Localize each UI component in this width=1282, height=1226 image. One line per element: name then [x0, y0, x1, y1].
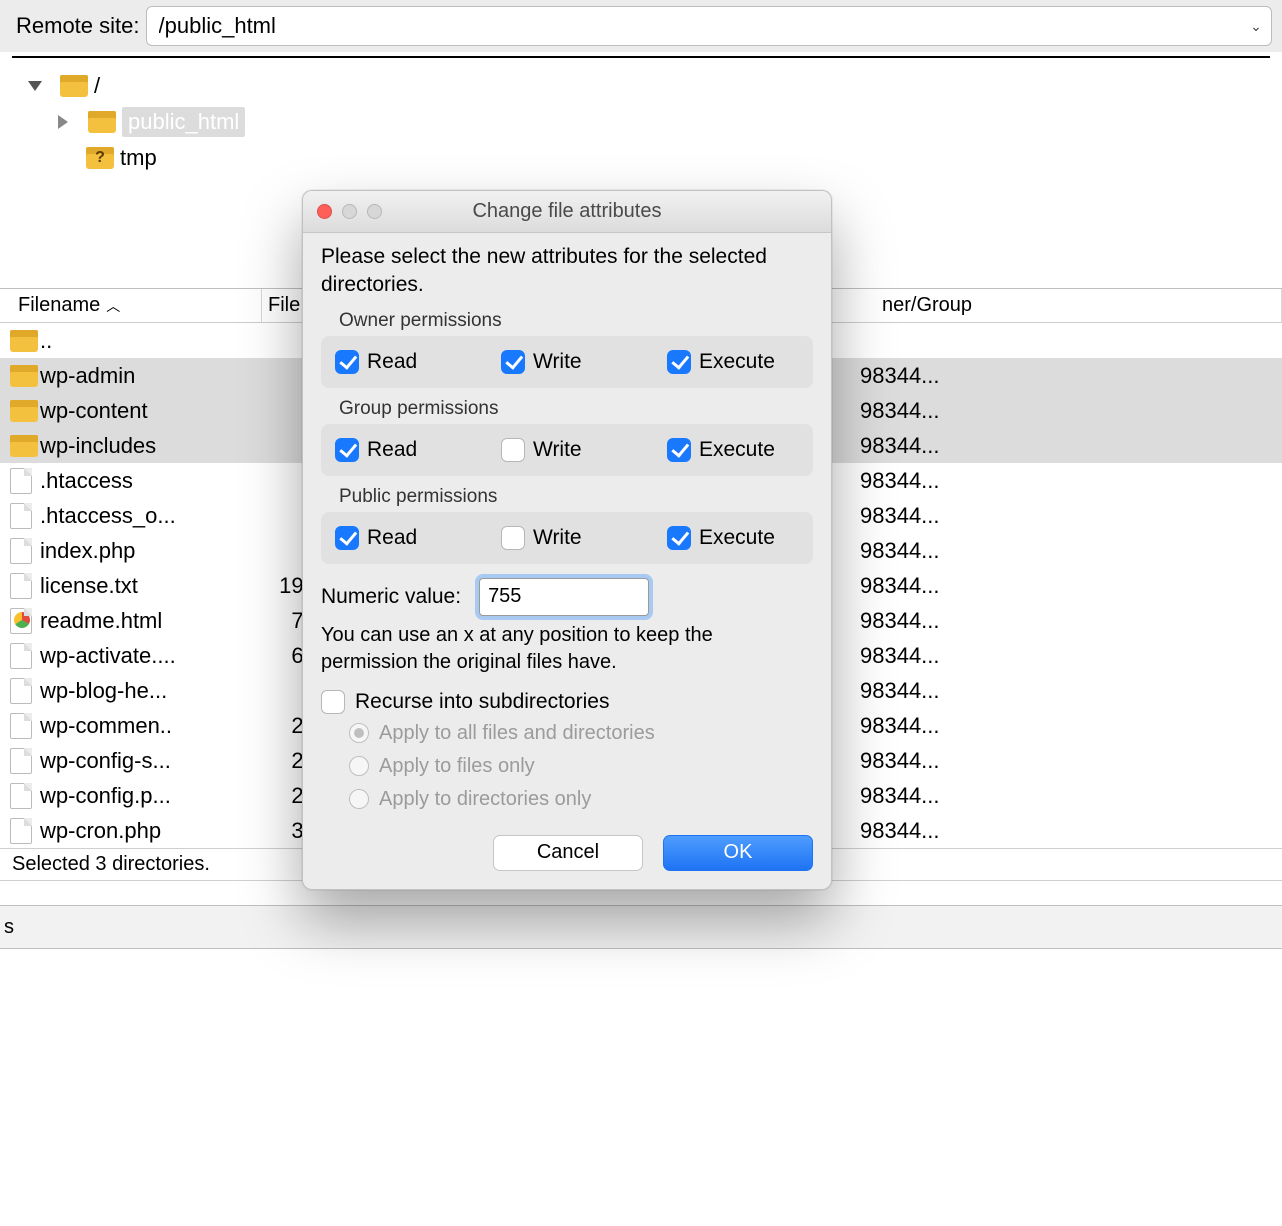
disclosure-triangle-icon[interactable] [58, 115, 68, 129]
file-name: wp-commen.. [40, 713, 250, 739]
folder-icon [10, 365, 38, 387]
file-icon [10, 818, 32, 844]
group-write-checkbox[interactable]: Write [501, 438, 621, 462]
file-icon [10, 643, 32, 669]
recurse-checkbox[interactable]: Recurse into subdirectories [321, 690, 813, 714]
remote-path-input[interactable] [157, 12, 1242, 40]
sort-asc-icon: ︿ [106, 296, 120, 316]
file-name: wp-config-s... [40, 748, 250, 774]
remote-path-combobox[interactable]: ⌄ [146, 6, 1273, 46]
file-icon [10, 678, 32, 704]
group-read-checkbox[interactable]: Read [335, 438, 455, 462]
folder-unknown-icon [86, 147, 114, 169]
file-name: .htaccess_o... [40, 503, 250, 529]
recurse-options: Apply to all files and directories Apply… [349, 722, 813, 811]
numeric-value-input[interactable] [479, 578, 649, 616]
dialog-title: Change file attributes [303, 200, 831, 223]
file-name: wp-activate.... [40, 643, 250, 669]
file-name: wp-content [40, 398, 250, 424]
group-execute-checkbox[interactable]: Execute [667, 438, 787, 462]
tree-item-public-html[interactable]: public_html [122, 107, 245, 137]
owner-permissions-group: Read Write Execute [321, 336, 813, 388]
file-name: wp-includes [40, 433, 250, 459]
group-permissions-label: Group permissions [339, 398, 813, 420]
file-name: wp-blog-he... [40, 678, 250, 704]
file-name: index.php [40, 538, 250, 564]
recurse-apply-files: Apply to files only [349, 755, 813, 778]
file-icon [10, 538, 32, 564]
owner-read-checkbox[interactable]: Read [335, 350, 455, 374]
public-read-checkbox[interactable]: Read [335, 526, 455, 550]
folder-icon [10, 435, 38, 457]
tree-root-label[interactable]: / [94, 73, 100, 99]
recurse-apply-dirs: Apply to directories only [349, 788, 813, 811]
numeric-hint: You can use an x at any position to keep… [321, 622, 813, 676]
recurse-apply-all: Apply to all files and directories [349, 722, 813, 745]
public-write-checkbox[interactable]: Write [501, 526, 621, 550]
column-filename[interactable]: Filename ︿ [12, 289, 262, 322]
file-name: .. [40, 328, 250, 354]
file-name: license.txt [40, 573, 250, 599]
html-file-icon [10, 608, 32, 634]
owner-permissions-label: Owner permissions [339, 310, 813, 332]
cancel-button[interactable]: Cancel [493, 835, 643, 871]
file-name: wp-config.p... [40, 783, 250, 809]
folder-icon [10, 400, 38, 422]
folder-icon [10, 330, 38, 352]
public-permissions-group: Read Write Execute [321, 512, 813, 564]
file-icon [10, 468, 32, 494]
remote-site-label: Remote site: [16, 13, 140, 39]
public-execute-checkbox[interactable]: Execute [667, 526, 787, 550]
change-file-attributes-dialog: Change file attributes Please select the… [302, 190, 832, 890]
file-icon [10, 713, 32, 739]
owner-execute-checkbox[interactable]: Execute [667, 350, 787, 374]
public-permissions-label: Public permissions [339, 486, 813, 508]
numeric-value-label: Numeric value: [321, 585, 461, 609]
chevron-down-icon[interactable]: ⌄ [1241, 7, 1271, 45]
ok-button[interactable]: OK [663, 835, 813, 871]
file-icon [10, 573, 32, 599]
file-name: .htaccess [40, 468, 250, 494]
file-icon [10, 503, 32, 529]
file-name: wp-admin [40, 363, 250, 389]
dialog-instruction: Please select the new attributes for the… [321, 243, 813, 300]
file-icon [10, 748, 32, 774]
group-permissions-group: Read Write Execute [321, 424, 813, 476]
folder-icon [60, 75, 88, 97]
dialog-titlebar[interactable]: Change file attributes [303, 191, 831, 233]
bottom-panel: s [0, 905, 1282, 949]
file-name: readme.html [40, 608, 250, 634]
file-icon [10, 783, 32, 809]
owner-write-checkbox[interactable]: Write [501, 350, 621, 374]
file-name: wp-cron.php [40, 818, 250, 844]
disclosure-triangle-icon[interactable] [28, 81, 42, 91]
folder-icon [88, 111, 116, 133]
remote-site-bar: Remote site: ⌄ [0, 0, 1282, 52]
tree-item-tmp[interactable]: tmp [120, 145, 157, 171]
